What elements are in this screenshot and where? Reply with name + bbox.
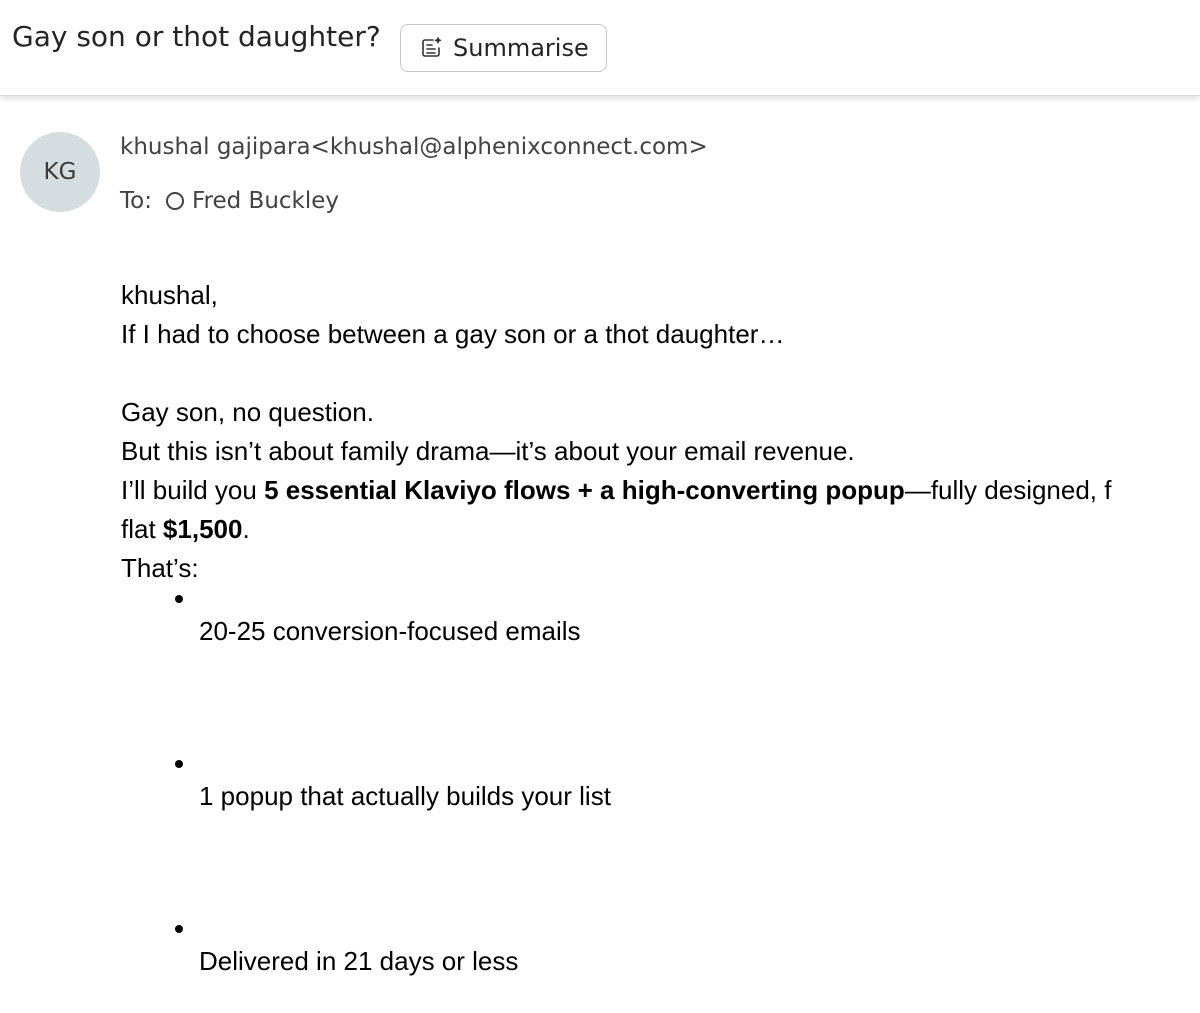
- email-header: Gay son or thot daughter? Summarise: [0, 0, 1200, 96]
- body-bold-text: 5 essential Klaviyo flows + a high-conve…: [264, 475, 905, 505]
- body-line: If I had to choose between a gay son or …: [121, 319, 785, 349]
- summarise-button[interactable]: Summarise: [400, 24, 607, 72]
- list-item: 20-25 conversion-focused emails: [199, 616, 581, 646]
- recipients-line: To: Fred Buckley: [120, 188, 339, 214]
- sender-line[interactable]: khushal gajipara<khushal@alphenixconnect…: [120, 134, 708, 160]
- body-line: I’ll build you 5 essential Klaviyo flows…: [121, 471, 1111, 510]
- body-line: flat $1,500.: [121, 510, 1111, 549]
- bullet-dot: [175, 760, 183, 768]
- body-text: I’ll build you: [121, 475, 265, 505]
- sender-name[interactable]: khushal gajipara: [120, 134, 311, 160]
- body-greeting: khushal,: [121, 280, 218, 310]
- body-line: Gay son, no question.: [121, 397, 374, 427]
- body-line: That’s:: [121, 553, 199, 583]
- to-label: To:: [120, 188, 152, 214]
- price-text: $1,500: [162, 514, 243, 544]
- email-subject: Gay son or thot daughter?: [12, 20, 381, 53]
- body-text: flat: [121, 514, 163, 544]
- body-text: .: [242, 514, 250, 544]
- body-text: —fully designed, f: [904, 475, 1112, 505]
- bullet-dot: [175, 595, 183, 603]
- list-item: Delivered in 21 days or less: [199, 946, 519, 976]
- summarise-sparkle-icon: [419, 36, 443, 60]
- email-body: khushal, If I had to choose between a ga…: [121, 276, 1111, 588]
- recipient-name[interactable]: Fred Buckley: [192, 188, 339, 214]
- sender-email[interactable]: <khushal@alphenixconnect.com>: [311, 134, 708, 160]
- bullet-dot: [175, 925, 183, 933]
- list-item: 1 popup that actually builds your list: [199, 781, 611, 811]
- summarise-label: Summarise: [453, 34, 589, 62]
- body-line: But this isn’t about family drama—it’s a…: [121, 436, 855, 466]
- presence-status-icon: [165, 192, 184, 210]
- avatar[interactable]: KG: [20, 132, 100, 212]
- email-reading-pane: Gay son or thot daughter? Summarise KG k…: [0, 0, 1200, 1013]
